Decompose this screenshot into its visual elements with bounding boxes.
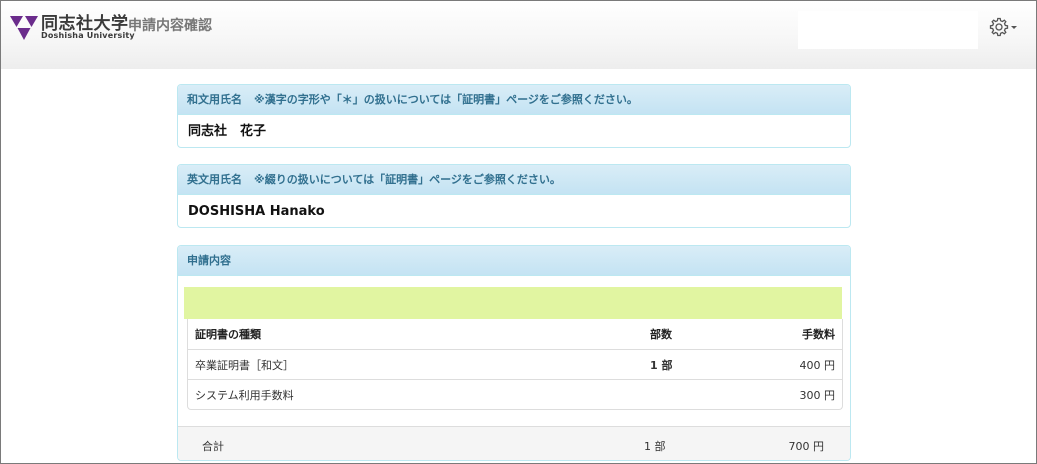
gear-icon[interactable] — [988, 16, 1018, 38]
panel-heading: 申請内容 — [178, 246, 850, 276]
page-title: 申請内容確認 — [128, 18, 212, 34]
total-count: 1 部 — [644, 440, 666, 453]
column-header-count: 部数 — [650, 328, 672, 341]
certificate-table: 証明書の種類 部数 手数料 卒業証明書［和文］ 1 部 400 円 システム利用… — [187, 319, 843, 410]
header: 同志社大学 Doshisha University 申請内容確認 — [1, 1, 1036, 69]
total-row: 合計 1 部 700 円 — [178, 426, 850, 460]
panel-heading-label: 申請内容 — [187, 254, 231, 267]
panel-heading-note: ※綴りの扱いについては「証明書」ページをご参照ください。 — [254, 173, 561, 186]
university-name-en: Doshisha University — [41, 31, 135, 40]
page-frame: 同志社大学 Doshisha University 申請内容確認 和文用氏名 ※漢… — [0, 0, 1037, 464]
panel-heading: 和文用氏名 ※漢字の字形や「＊」の扱いについては「証明書」ページをご参照ください。 — [178, 85, 850, 115]
highlight-bar — [184, 287, 842, 319]
column-header-type: 証明書の種類 — [195, 328, 261, 341]
total-fee: 700 円 — [788, 440, 825, 453]
column-header-fee: 手数料 — [802, 328, 835, 341]
english-name-panel: 英文用氏名 ※綴りの扱いについては「証明書」ページをご参照ください。 DOSHIS… — [177, 164, 851, 228]
japanese-name-panel: 和文用氏名 ※漢字の字形や「＊」の扱いについては「証明書」ページをご参照ください。… — [177, 84, 851, 148]
certificate-count: 1 部 — [650, 359, 673, 372]
panel-heading: 英文用氏名 ※綴りの扱いについては「証明書」ページをご参照ください。 — [178, 165, 850, 195]
panel-heading-label: 英文用氏名 — [187, 173, 242, 186]
total-label: 合計 — [202, 440, 224, 453]
header-blank-area — [798, 11, 978, 49]
table-row: システム利用手数料 300 円 — [188, 379, 842, 409]
certificate-fee: 300 円 — [799, 389, 836, 402]
certificate-type: 卒業証明書［和文］ — [195, 359, 294, 372]
table-row: 卒業証明書［和文］ 1 部 400 円 — [188, 349, 842, 379]
table-header-row: 証明書の種類 部数 手数料 — [188, 319, 842, 349]
certificate-fee: 400 円 — [799, 359, 836, 372]
japanese-name-value: 同志社 花子 — [188, 124, 267, 139]
university-logo-icon — [10, 16, 38, 40]
application-panel: 申請内容 証明書の種類 部数 手数料 卒業証明書［和文］ 1 部 400 円 シ… — [177, 245, 851, 461]
english-name-value: DOSHISHA Hanako — [188, 204, 325, 219]
chevron-down-icon — [1011, 26, 1017, 29]
panel-heading-label: 和文用氏名 — [187, 93, 242, 106]
panel-heading-note: ※漢字の字形や「＊」の扱いについては「証明書」ページをご参照ください。 — [254, 93, 638, 106]
certificate-type: システム利用手数料 — [195, 389, 294, 402]
